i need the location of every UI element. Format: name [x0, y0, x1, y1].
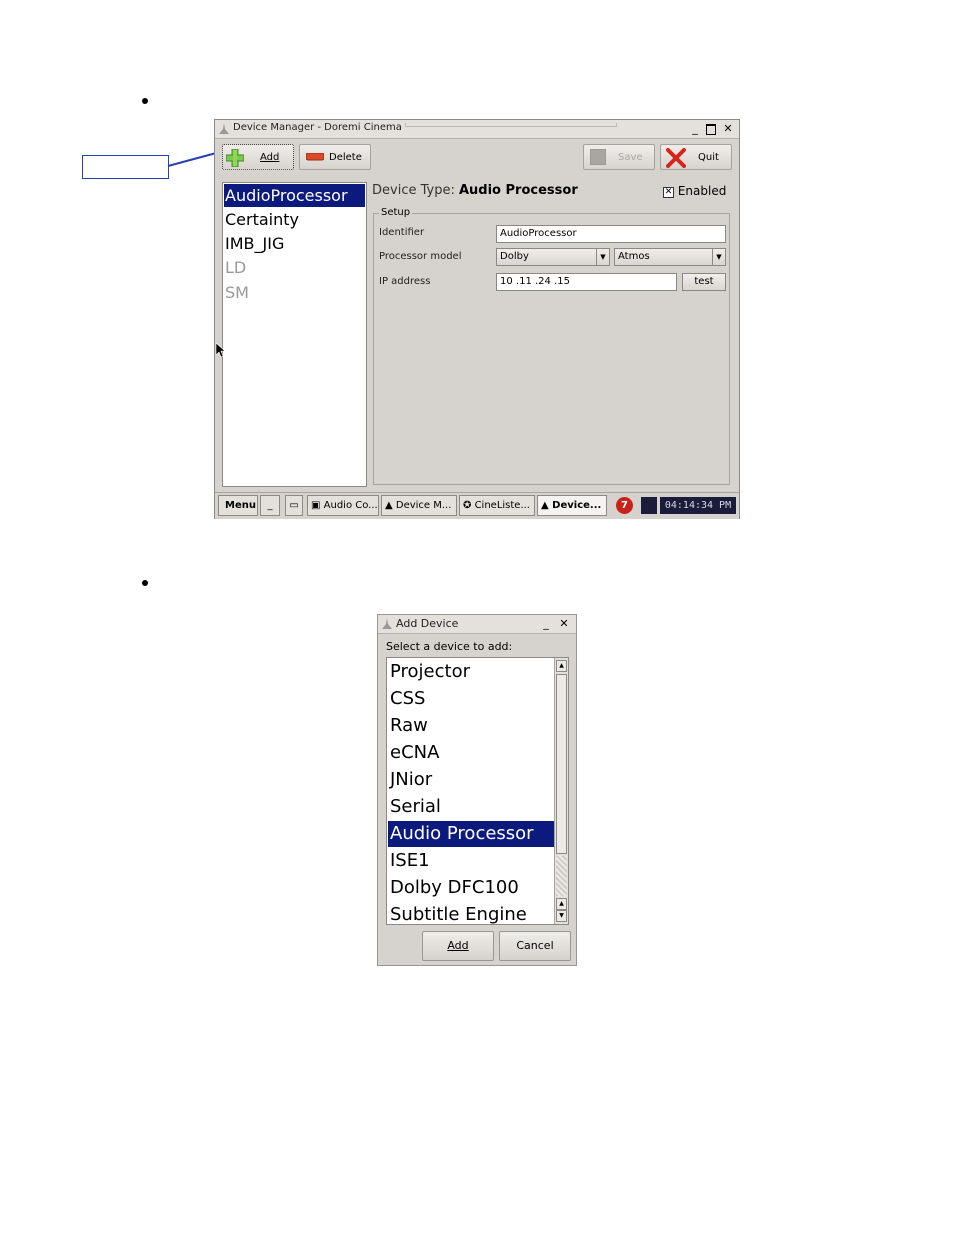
minus-icon	[306, 153, 324, 161]
list-item[interactable]: LD	[224, 256, 365, 279]
cancel-button-label: Cancel	[516, 939, 554, 952]
device-list: AudioProcessor Certainty IMB_JIG LD SM	[222, 182, 367, 487]
dialog-title: Add Device	[396, 617, 459, 630]
cancel-button[interactable]: Cancel	[499, 931, 571, 961]
add-device-button[interactable]: Add	[422, 931, 494, 961]
minimize-icon[interactable]: _	[540, 618, 552, 630]
processor-brand-select[interactable]: Dolby ▼	[496, 248, 610, 266]
delete-button[interactable]: Delete	[299, 144, 371, 170]
list-item[interactable]: AudioProcessor	[224, 184, 365, 207]
notification-badge[interactable]: 7	[616, 497, 633, 514]
ip-address-input[interactable]: 10 .11 .24 .15	[496, 273, 677, 291]
enabled-checkbox[interactable]: ✕ Enabled	[663, 184, 726, 198]
identifier-input[interactable]: AudioProcessor	[496, 225, 726, 243]
window-title: Device Manager - Doremi Cinema	[233, 122, 402, 133]
title-bar[interactable]: Device Manager - Doremi Cinema _ ✕	[215, 120, 739, 139]
scroll-down-icon[interactable]: ▼	[556, 910, 567, 922]
add-device-dialog: Add Device _ ✕ Select a device to add: P…	[377, 614, 577, 966]
setup-legend: Setup	[379, 207, 413, 218]
task-label: Device M...	[395, 500, 452, 511]
quit-x-icon	[666, 148, 686, 168]
task-cinelister[interactable]: ✪ CineListe...	[459, 495, 535, 516]
list-item[interactable]: Subtitle Engine	[388, 902, 554, 924]
taskbar: Menu _ ▭ ▣ Audio Co... ▲ Device M... ✪ C…	[215, 492, 739, 519]
list-item[interactable]: Serial	[388, 794, 554, 820]
mouse-cursor-icon	[216, 343, 226, 357]
menu-label: Menu	[225, 500, 256, 511]
list-item[interactable]: Projector	[388, 659, 554, 685]
callout-box	[82, 155, 169, 179]
save-icon	[590, 149, 606, 165]
scroll-track[interactable]	[556, 856, 567, 896]
enabled-label: Enabled	[677, 184, 727, 198]
save-button[interactable]: Save	[583, 144, 655, 170]
dialog-prompt: Select a device to add:	[386, 640, 513, 653]
list-item[interactable]: ISE1	[388, 848, 554, 874]
save-button-label: Save	[618, 152, 643, 163]
device-type: Device Type: Audio Processor	[372, 183, 578, 198]
show-desktop-button[interactable]: _	[260, 495, 280, 516]
add-device-button-label: Add	[447, 939, 469, 952]
scroll-thumb[interactable]	[556, 674, 567, 854]
task-device-manager-1[interactable]: ▲ Device M...	[381, 495, 457, 516]
add-button[interactable]: Add	[222, 144, 294, 170]
add-button-label: Add	[260, 152, 280, 163]
delete-button-label: Delete	[329, 152, 362, 163]
app-icon	[382, 618, 392, 629]
plus-icon	[226, 149, 244, 167]
dropdown-arrow-icon: ▼	[712, 249, 725, 265]
test-button-label: test	[694, 276, 714, 287]
scroll-up-icon[interactable]: ▲	[556, 660, 567, 672]
list-item[interactable]: Certainty	[224, 208, 365, 231]
ip-address-label: IP address	[379, 276, 431, 287]
list-item[interactable]: IMB_JIG	[224, 232, 365, 255]
test-button[interactable]: test	[682, 273, 726, 291]
close-icon[interactable]: ✕	[722, 123, 734, 135]
close-icon[interactable]: ✕	[558, 618, 570, 630]
badge-count: 7	[621, 500, 628, 511]
processor-brand-value: Dolby	[500, 251, 529, 262]
device-manager-window: Device Manager - Doremi Cinema _ ✕ Add D…	[214, 119, 740, 519]
processor-model-select[interactable]: Atmos ▼	[614, 248, 726, 266]
task-label: Device...	[552, 500, 602, 511]
identifier-label: Identifier	[379, 227, 425, 238]
dialog-title-bar[interactable]: Add Device _ ✕	[378, 615, 576, 634]
list-item[interactable]: eCNA	[388, 740, 554, 766]
clock: 04:14:34 PM	[660, 497, 736, 514]
list-item[interactable]: Raw	[388, 713, 554, 739]
device-type-value: Audio Processor	[458, 183, 578, 198]
quit-button[interactable]: Quit	[660, 144, 732, 170]
minimize-icon[interactable]: _	[689, 123, 701, 135]
processor-model-value: Atmos	[618, 251, 650, 262]
list-item[interactable]: SM	[224, 281, 365, 304]
dropdown-arrow-icon: ▼	[596, 249, 609, 265]
list-item[interactable]: Audio Processor	[388, 821, 554, 847]
quit-button-label: Quit	[698, 152, 719, 163]
task-label: Audio Co...	[323, 500, 378, 511]
bullet-2	[142, 580, 148, 586]
list-item[interactable]: Dolby DFC100	[388, 875, 554, 901]
bullet-1	[142, 98, 148, 104]
task-audio-config[interactable]: ▣ Audio Co...	[307, 495, 379, 516]
device-options-list: Projector CSS Raw eCNA JNior Serial Audi…	[386, 657, 569, 925]
scrollbar[interactable]: ▲ ▲ ▼	[554, 658, 568, 924]
window-list-button[interactable]: ▭	[285, 495, 303, 516]
scroll-up-icon[interactable]: ▲	[556, 898, 567, 910]
list-item[interactable]: CSS	[388, 686, 554, 712]
task-label: CineListe...	[474, 500, 530, 511]
app-icon	[219, 123, 229, 134]
menu-button[interactable]: Menu	[218, 495, 258, 516]
processor-model-label: Processor model	[379, 251, 462, 262]
task-device-manager-2[interactable]: ▲ Device...	[537, 495, 607, 516]
tray-icon[interactable]	[641, 497, 657, 514]
device-type-label: Device Type:	[372, 183, 455, 198]
clock-text: 04:14:34 PM	[664, 500, 732, 511]
list-item[interactable]: JNior	[388, 767, 554, 793]
checkbox-checked-icon: ✕	[663, 187, 674, 198]
maximize-icon[interactable]	[705, 123, 717, 135]
